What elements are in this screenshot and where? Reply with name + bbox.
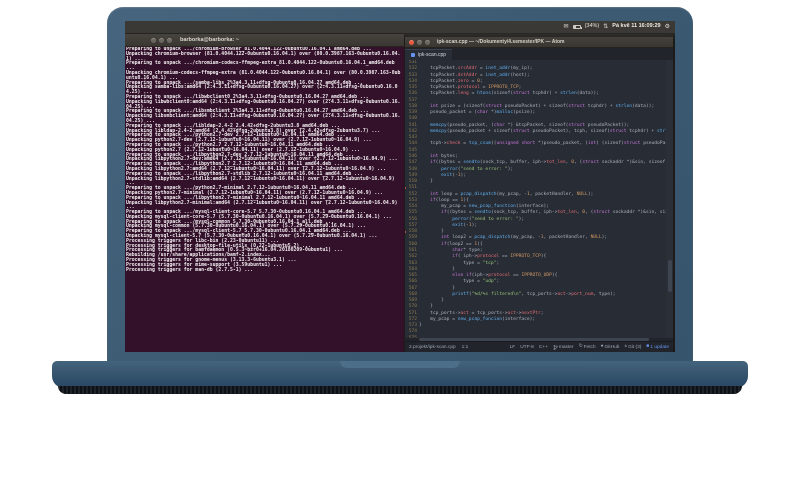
message-indicator-icon[interactable]: ✉ — [564, 24, 569, 30]
clock-indicator[interactable]: Pá kvě 11 16:09:29 — [612, 24, 660, 30]
laptop-mockup-page: ✉ (34%) ⇅ Pá kvě 11 16:09:29 ⚙ barborka@… — [0, 0, 800, 477]
session-gear-icon[interactable]: ⚙ — [665, 24, 670, 30]
status-item-c-[interactable]: C++ — [539, 345, 548, 350]
vertical-scrollbar[interactable] — [666, 60, 673, 338]
network-icon[interactable]: ⇅ — [603, 24, 608, 30]
code-line: memcpy(pseudo_packet + sizeof(struct pse… — [430, 128, 673, 134]
status-glyph-icon: ■ — [646, 343, 650, 349]
status-glyph-icon: ± — [624, 343, 628, 349]
horizontal-scrollbar-thumb[interactable] — [419, 338, 650, 341]
desktop-top-panel: ✉ (34%) ⇅ Pá kvě 11 16:09:29 ⚙ — [125, 21, 675, 34]
file-type-icon — [411, 53, 415, 57]
atom-minimize-button[interactable] — [417, 39, 422, 45]
terminal-close-button[interactable] — [151, 37, 156, 43]
atom-titlebar[interactable]: ipk-scan.cpp — ~/Dokumenty/4.semester/IP… — [405, 37, 673, 48]
status-item-fetch[interactable]: ↻ Fetch — [578, 343, 596, 350]
status-item-lf[interactable]: LF — [510, 345, 516, 350]
terminal-titlebar[interactable]: barborka@barborka: ~ — [125, 34, 404, 47]
terminal-title: barborka@barborka: ~ — [180, 37, 240, 43]
code-lines: tcpPacket.srcAddr = inet_addr(my_ip); tc… — [419, 60, 673, 338]
atom-editor-window: ipk-scan.cpp — ~/Dokumenty/4.semester/IP… — [405, 37, 673, 352]
atom-status-bar: 2.projekt/ipk-scan.cpp 1:1 LF UTF-8 C++ mas… — [405, 341, 673, 352]
terminal-output[interactable]: Preparing to unpack .../chromium-browser… — [125, 47, 404, 352]
atom-maximize-button[interactable] — [425, 39, 430, 45]
atom-tab-bar: ipk-scan.cpp — [405, 48, 673, 60]
status-item-master[interactable]: master — [553, 345, 574, 350]
git-branch-icon — [553, 344, 558, 350]
status-glyph-icon: ● — [600, 343, 604, 349]
tab-ipk-scan[interactable]: ipk-scan.cpp — [405, 49, 453, 60]
code-line: tcph->check = tcp_csum((unsigned short *… — [419, 141, 673, 147]
status-item-1-update[interactable]: ■ 1 update — [646, 343, 669, 350]
battery-icon[interactable] — [572, 25, 582, 29]
terminal-maximize-button[interactable] — [167, 37, 172, 43]
tab-label: ipk-scan.cpp — [418, 52, 447, 58]
status-cursor-position[interactable]: 1:1 — [462, 345, 469, 350]
line-number-gutter: 531 532 533 534 535 536 537 538 539 540 541 542 543 5… — [405, 60, 419, 338]
status-item-github[interactable]: ● GitHub — [600, 343, 620, 350]
atom-window-title: ipk-scan.cpp — ~/Dokumenty/4.semester/IP… — [437, 39, 565, 45]
laptop-screen: ✉ (34%) ⇅ Pá kvě 11 16:09:29 ⚙ barborka@… — [125, 21, 675, 352]
code-editor-area[interactable]: 531 532 533 534 535 536 537 538 539 540 541 542 543 5… — [405, 60, 673, 338]
laptop-lid-notch — [340, 361, 460, 368]
status-item-git-3-[interactable]: ± Git (3) — [624, 343, 641, 350]
status-file-path[interactable]: 2.projekt/ipk-scan.cpp — [409, 345, 456, 350]
terminal-line: Processing triggers for man-db (2.7.5-1)… — [126, 267, 254, 273]
battery-percentage: (34%) — [584, 23, 600, 30]
horizontal-scrollbar[interactable] — [405, 338, 673, 341]
laptop-bottom-rim — [58, 386, 742, 394]
status-glyph-icon: ↻ — [578, 343, 583, 349]
status-item-utf-8[interactable]: UTF-8 — [520, 345, 534, 350]
vertical-scrollbar-thumb[interactable] — [668, 260, 672, 293]
atom-close-button[interactable] — [409, 39, 414, 45]
terminal-minimize-button[interactable] — [159, 37, 164, 43]
terminal-window: barborka@barborka: ~ Preparing to unpack… — [125, 34, 404, 352]
